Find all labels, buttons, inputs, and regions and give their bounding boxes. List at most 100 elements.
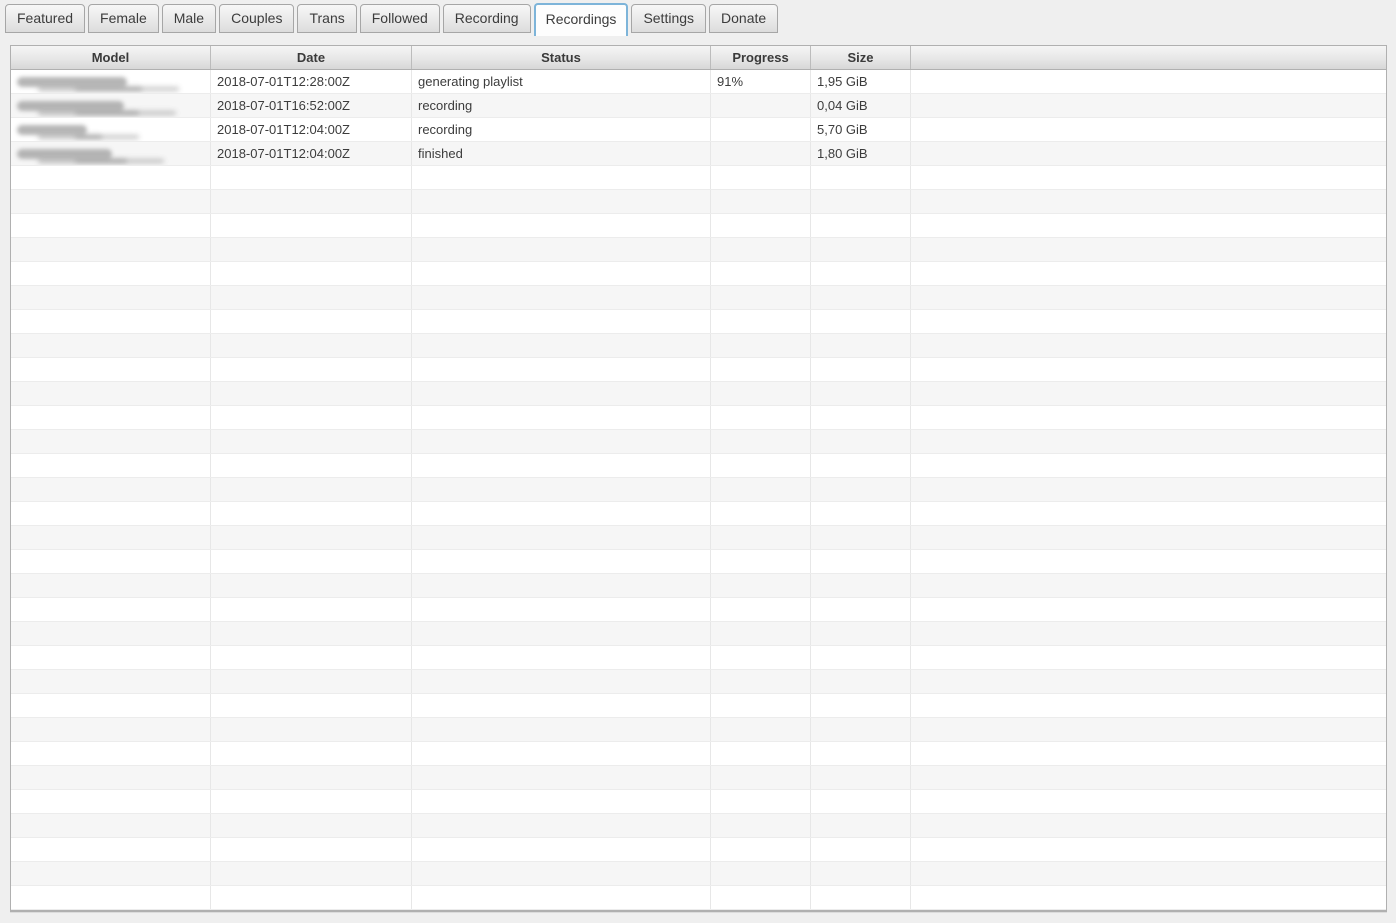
cell-size [811, 718, 911, 741]
cell-filler [911, 94, 1386, 117]
cell-model [11, 694, 211, 717]
table-row-empty [11, 382, 1386, 406]
table-row-empty [11, 598, 1386, 622]
cell-status [412, 502, 711, 525]
cell-progress [711, 286, 811, 309]
cell-size [811, 862, 911, 885]
cell-progress [711, 406, 811, 429]
cell-size: 5,70 GiB [811, 118, 911, 141]
tab-settings[interactable]: Settings [631, 4, 707, 33]
cell-status: recording [412, 94, 711, 117]
cell-filler [911, 550, 1386, 573]
cell-filler [911, 430, 1386, 453]
table-row-empty [11, 670, 1386, 694]
cell-status [412, 694, 711, 717]
table-row-empty [11, 238, 1386, 262]
column-header-status[interactable]: Status [412, 46, 711, 69]
cell-model [11, 646, 211, 669]
cell-model [11, 478, 211, 501]
cell-filler [911, 262, 1386, 285]
cell-model [11, 382, 211, 405]
table-row-empty [11, 526, 1386, 550]
cell-status [412, 262, 711, 285]
tab-donate[interactable]: Donate [709, 4, 779, 33]
cell-date [211, 622, 412, 645]
tab-couples[interactable]: Couples [219, 4, 295, 33]
tab-label: Donate [721, 10, 767, 26]
cell-date [211, 694, 412, 717]
cell-size [811, 838, 911, 861]
cell-date: 2018-07-01T16:52:00Z [211, 94, 412, 117]
cell-date [211, 478, 412, 501]
tab-label: Male [173, 10, 205, 26]
cell-progress [711, 430, 811, 453]
cell-size [811, 262, 911, 285]
cell-date [211, 382, 412, 405]
table-row-empty [11, 310, 1386, 334]
cell-status: recording [412, 118, 711, 141]
cell-filler [911, 190, 1386, 213]
cell-size [811, 214, 911, 237]
cell-size [811, 886, 911, 909]
table-row[interactable]: 2018-07-01T12:04:00Z finished 1,80 GiB [11, 142, 1386, 166]
cell-status [412, 286, 711, 309]
cell-filler [911, 214, 1386, 237]
cell-size [811, 454, 911, 477]
table-row-empty [11, 406, 1386, 430]
column-header-progress[interactable]: Progress [711, 46, 811, 69]
cell-date [211, 886, 412, 909]
tab-followed[interactable]: Followed [359, 4, 440, 33]
cell-filler [911, 790, 1386, 813]
cell-status [412, 334, 711, 357]
cell-model [11, 310, 211, 333]
cell-date [211, 286, 412, 309]
tab-trans[interactable]: Trans [297, 4, 357, 33]
cell-date [211, 358, 412, 381]
tab-male[interactable]: Male [161, 4, 217, 33]
cell-date [211, 454, 412, 477]
cell-size [811, 286, 911, 309]
tab-recording[interactable]: Recording [442, 4, 531, 33]
redacted-model-name [17, 125, 87, 135]
column-header-size[interactable]: Size [811, 46, 911, 69]
column-header-date[interactable]: Date [211, 46, 412, 69]
table-row-empty [11, 358, 1386, 382]
column-header-model[interactable]: Model [11, 46, 211, 69]
cell-filler [911, 70, 1386, 93]
cell-model [11, 814, 211, 837]
cell-filler [911, 334, 1386, 357]
cell-filler [911, 886, 1386, 909]
cell-date [211, 310, 412, 333]
table-row[interactable]: 2018-07-01T16:52:00Z recording 0,04 GiB [11, 94, 1386, 118]
cell-filler [911, 718, 1386, 741]
tab-female[interactable]: Female [88, 4, 159, 33]
cell-size [811, 622, 911, 645]
table-row-empty [11, 574, 1386, 598]
cell-filler [911, 286, 1386, 309]
cell-model [11, 334, 211, 357]
cell-date [211, 646, 412, 669]
cell-date: 2018-07-01T12:04:00Z [211, 142, 412, 165]
table-row[interactable]: 2018-07-01T12:04:00Z recording 5,70 GiB [11, 118, 1386, 142]
cell-filler [911, 478, 1386, 501]
cell-status [412, 190, 711, 213]
cell-progress [711, 766, 811, 789]
cell-progress [711, 742, 811, 765]
cell-date [211, 742, 412, 765]
table-row[interactable]: 2018-07-01T12:28:00Z generating playlist 9… [11, 70, 1386, 94]
tab-label: Recordings [545, 11, 617, 27]
cell-date [211, 166, 412, 189]
cell-size [811, 310, 911, 333]
cell-status [412, 742, 711, 765]
tab-label: Followed [371, 10, 428, 26]
tab-label: Featured [17, 10, 74, 26]
tab-featured[interactable]: Featured [5, 4, 86, 33]
tab-recordings[interactable]: Recordings [533, 3, 629, 36]
cell-progress [711, 190, 811, 213]
cell-size [811, 502, 911, 525]
cell-model [11, 742, 211, 765]
cell-progress [711, 814, 811, 837]
cell-model [11, 70, 211, 93]
cell-date [211, 502, 412, 525]
cell-date [211, 550, 412, 573]
